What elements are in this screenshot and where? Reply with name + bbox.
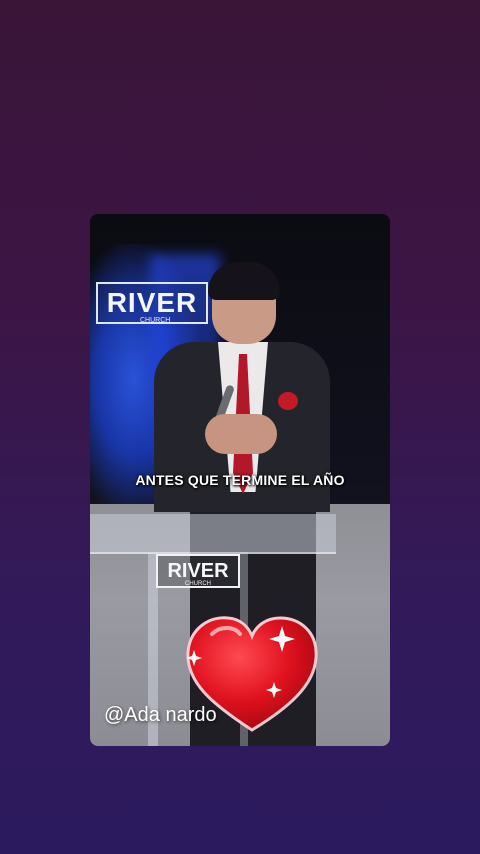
speaker-hands xyxy=(205,414,277,454)
video-subtitle: ANTES QUE TERMINE EL AÑO xyxy=(135,472,345,488)
video-player[interactable]: RIVER CHURCH RIVER CHURCH ANTES QUE TERM… xyxy=(90,214,390,746)
podium-top xyxy=(90,514,336,554)
creator-watermark: @Ada nardo xyxy=(104,704,217,726)
pocket-rose xyxy=(278,392,298,410)
backdrop-logo-sub: CHURCH xyxy=(140,317,171,324)
podium-logo-sub: CHURCH xyxy=(185,581,211,587)
